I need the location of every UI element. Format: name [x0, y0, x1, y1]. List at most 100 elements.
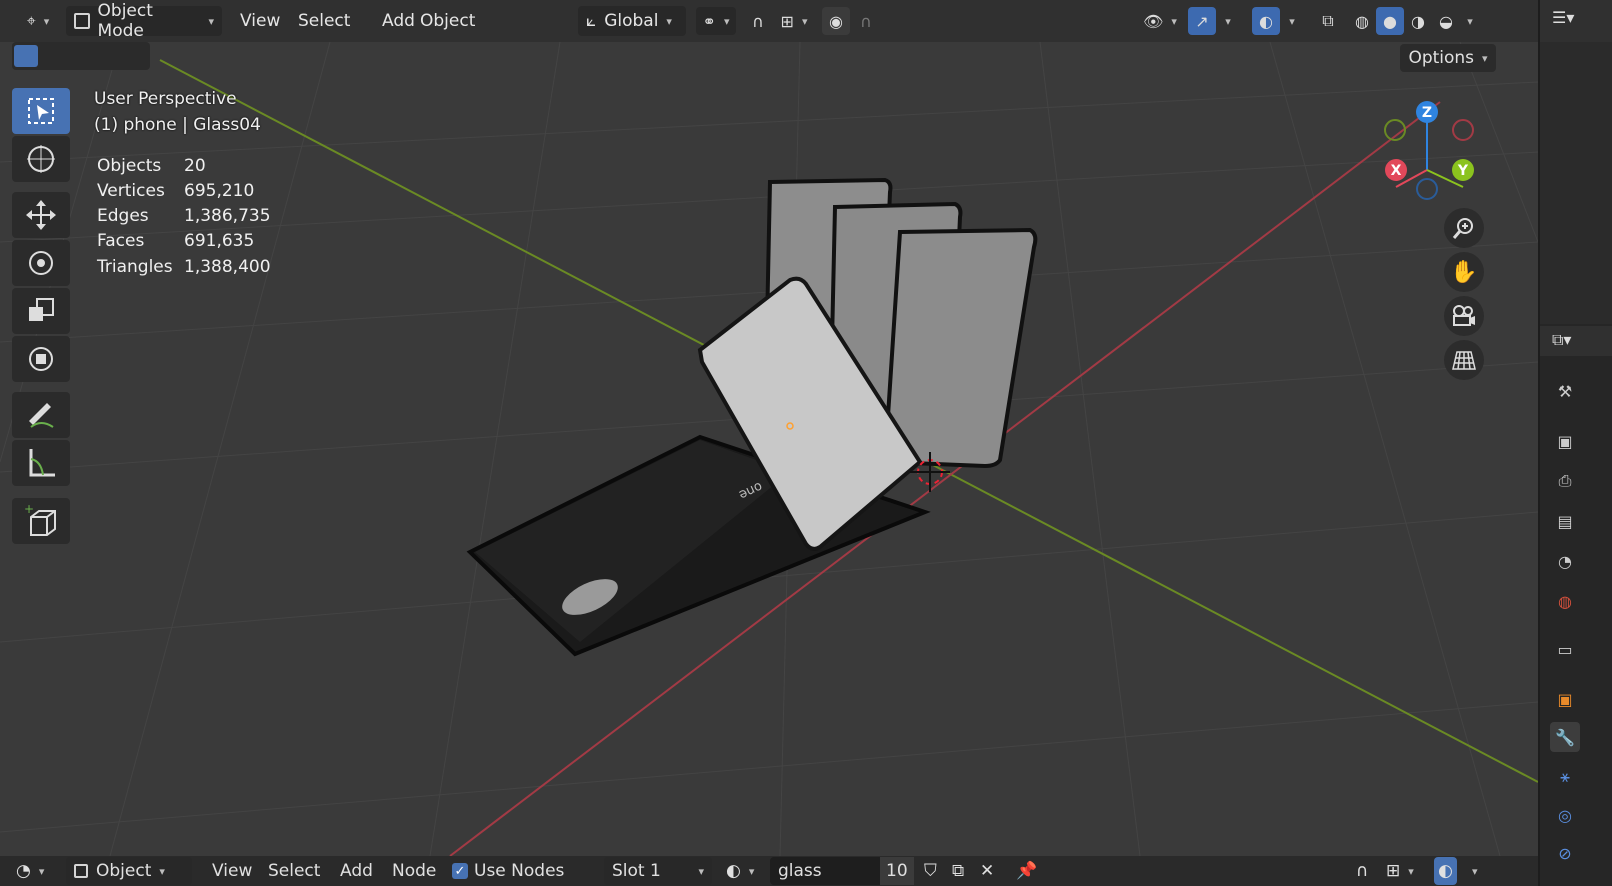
- shader-mode-dropdown[interactable]: Object ▾: [66, 857, 192, 885]
- options-label: Options: [1408, 48, 1475, 68]
- shading-solid[interactable]: ●: [1376, 7, 1404, 35]
- transform-icon: [29, 347, 53, 371]
- output-properties-tab[interactable]: ⎙: [1550, 466, 1580, 496]
- material-name-field[interactable]: glass: [770, 857, 884, 885]
- unlink-material-button[interactable]: ✕: [980, 857, 994, 885]
- pin-button[interactable]: 📌: [1016, 857, 1037, 885]
- view-layer-properties-tab[interactable]: ▤: [1550, 506, 1580, 536]
- fake-user-button[interactable]: ⛉: [924, 857, 937, 885]
- tool-measure[interactable]: [12, 440, 70, 486]
- snap-icon: ⊞: [1386, 861, 1401, 881]
- shader-snap-toggle[interactable]: ∩: [1356, 857, 1368, 885]
- use-nodes-checkbox[interactable]: ✓ Use Nodes: [452, 857, 564, 885]
- image-stack-icon: ▤: [1557, 511, 1573, 531]
- shader-menu-view[interactable]: View: [212, 857, 252, 885]
- outliner-editor-icon[interactable]: ☰▾: [1552, 8, 1574, 27]
- particles-properties-tab[interactable]: ⚹: [1550, 762, 1580, 792]
- orientation-dropdown[interactable]: ⟀ Global ▾: [578, 6, 686, 36]
- wrench-icon: 🔧: [1555, 727, 1575, 747]
- world-properties-tab[interactable]: ◍: [1550, 586, 1580, 616]
- object-properties-tab[interactable]: ▣: [1550, 684, 1580, 714]
- pivot-dropdown[interactable]: ⚭ ▾: [696, 7, 736, 35]
- stat-objects-value: 20: [184, 156, 206, 176]
- tool-annotate[interactable]: [12, 392, 70, 438]
- overlays-icon: ◐: [1259, 11, 1273, 31]
- camera-view-button[interactable]: [1444, 296, 1484, 336]
- 3d-viewport[interactable]: one + User Perspective (1) phone | Glass…: [0, 42, 1538, 856]
- select-extend-button[interactable]: [42, 45, 66, 67]
- material-browse-button[interactable]: ◐ ▾: [726, 857, 754, 885]
- shading-wireframe[interactable]: ◍: [1348, 7, 1376, 35]
- ortho-toggle-button[interactable]: [1444, 340, 1484, 380]
- collection-properties-tab[interactable]: ▭: [1550, 634, 1580, 664]
- visibility-dropdown[interactable]: 👁 ▾: [1140, 7, 1180, 35]
- stat-faces-label: Faces: [97, 231, 145, 251]
- tool-scale[interactable]: [12, 288, 70, 334]
- shader-menu-add[interactable]: Add: [340, 857, 373, 885]
- outliner-area: [1540, 42, 1612, 324]
- overlays-toggle[interactable]: ◐: [1252, 7, 1280, 35]
- cursor-icon: [27, 145, 55, 173]
- render-properties-tab[interactable]: ▣: [1550, 426, 1580, 456]
- snap-target-dropdown[interactable]: ⊞ ▾: [774, 7, 814, 35]
- shader-editor-type-button[interactable]: ◔ ▾: [16, 857, 44, 885]
- shader-overlays-toggle[interactable]: ◐: [1434, 857, 1457, 885]
- object-icon: [74, 864, 88, 878]
- overlays-dropdown[interactable]: ▾: [1282, 7, 1302, 35]
- modifier-properties-tab[interactable]: 🔧: [1550, 722, 1580, 752]
- shading-material[interactable]: ◑: [1404, 7, 1432, 35]
- falloff-dropdown[interactable]: ∩: [852, 7, 880, 35]
- tool-add-cube[interactable]: +: [12, 498, 70, 544]
- stat-triangles-label: Triangles: [97, 257, 173, 277]
- shading-rendered[interactable]: ◒: [1432, 7, 1460, 35]
- scene-properties-tab[interactable]: ◔: [1550, 546, 1580, 576]
- mode-dropdown[interactable]: Object Mode ▾: [66, 1, 222, 41]
- shader-menu-node[interactable]: Node: [392, 857, 436, 885]
- shading-dropdown[interactable]: ▾: [1460, 7, 1480, 35]
- shader-snap-dropdown[interactable]: ⊞ ▾: [1386, 857, 1414, 885]
- gizmo-dropdown[interactable]: ▾: [1218, 7, 1238, 35]
- stat-triangles-value: 1,388,400: [184, 257, 271, 277]
- tool-cursor[interactable]: [12, 136, 70, 182]
- tool-properties-tab[interactable]: ⚒: [1550, 376, 1580, 406]
- gizmo-toggle[interactable]: ↗: [1188, 7, 1216, 35]
- printer-icon: ⎙: [1558, 471, 1572, 490]
- view-name: User Perspective: [94, 89, 237, 109]
- tool-move[interactable]: [12, 192, 70, 238]
- select-invert-button[interactable]: [98, 45, 122, 67]
- menu-view[interactable]: View: [230, 6, 290, 36]
- material-users-count[interactable]: 10: [880, 857, 914, 885]
- tool-transform[interactable]: [12, 336, 70, 382]
- chevron-down-icon: ▾: [208, 14, 214, 28]
- stat-objects-label: Objects: [97, 156, 162, 176]
- collection-box-icon: ▭: [1557, 639, 1573, 659]
- options-dropdown[interactable]: Options ▾: [1400, 44, 1496, 72]
- svg-text:+: +: [24, 503, 34, 516]
- editor-type-button[interactable]: ⌖ ▾: [18, 7, 58, 35]
- pan-button[interactable]: ✋: [1444, 252, 1484, 292]
- xray-toggle[interactable]: ⧉: [1314, 7, 1342, 35]
- tool-select-box[interactable]: [12, 88, 70, 134]
- constraints-properties-tab[interactable]: ⊘: [1550, 838, 1580, 868]
- navigation-gizmo[interactable]: Z X Y: [1380, 94, 1490, 204]
- material-sphere-icon: ◐: [726, 861, 741, 881]
- shader-menu-select[interactable]: Select: [268, 857, 320, 885]
- duplicate-material-button[interactable]: ⧉: [952, 857, 964, 885]
- properties-editor-icon[interactable]: ⧉▾: [1552, 330, 1571, 350]
- select-new-button[interactable]: [14, 45, 38, 67]
- select-intersect-button[interactable]: [124, 45, 148, 67]
- physics-properties-tab[interactable]: ◎: [1550, 800, 1580, 830]
- proportional-edit-toggle[interactable]: ◉: [822, 7, 850, 35]
- select-subtract-button[interactable]: [70, 45, 94, 67]
- tool-rotate[interactable]: [12, 240, 70, 286]
- camera-icon: [1453, 305, 1475, 326]
- shader-overlays-dropdown[interactable]: ▾: [1464, 857, 1478, 885]
- menu-object[interactable]: Object: [410, 6, 485, 36]
- zoom-button[interactable]: [1444, 208, 1484, 248]
- material-sphere-icon: ◑: [1411, 11, 1425, 31]
- menu-select[interactable]: Select: [288, 6, 360, 36]
- stat-vertices-label: Vertices: [97, 181, 165, 201]
- snap-toggle[interactable]: ∩: [744, 7, 772, 35]
- slot-dropdown[interactable]: Slot 1 ▾: [604, 857, 712, 885]
- xray-icon: ⧉: [1322, 11, 1334, 30]
